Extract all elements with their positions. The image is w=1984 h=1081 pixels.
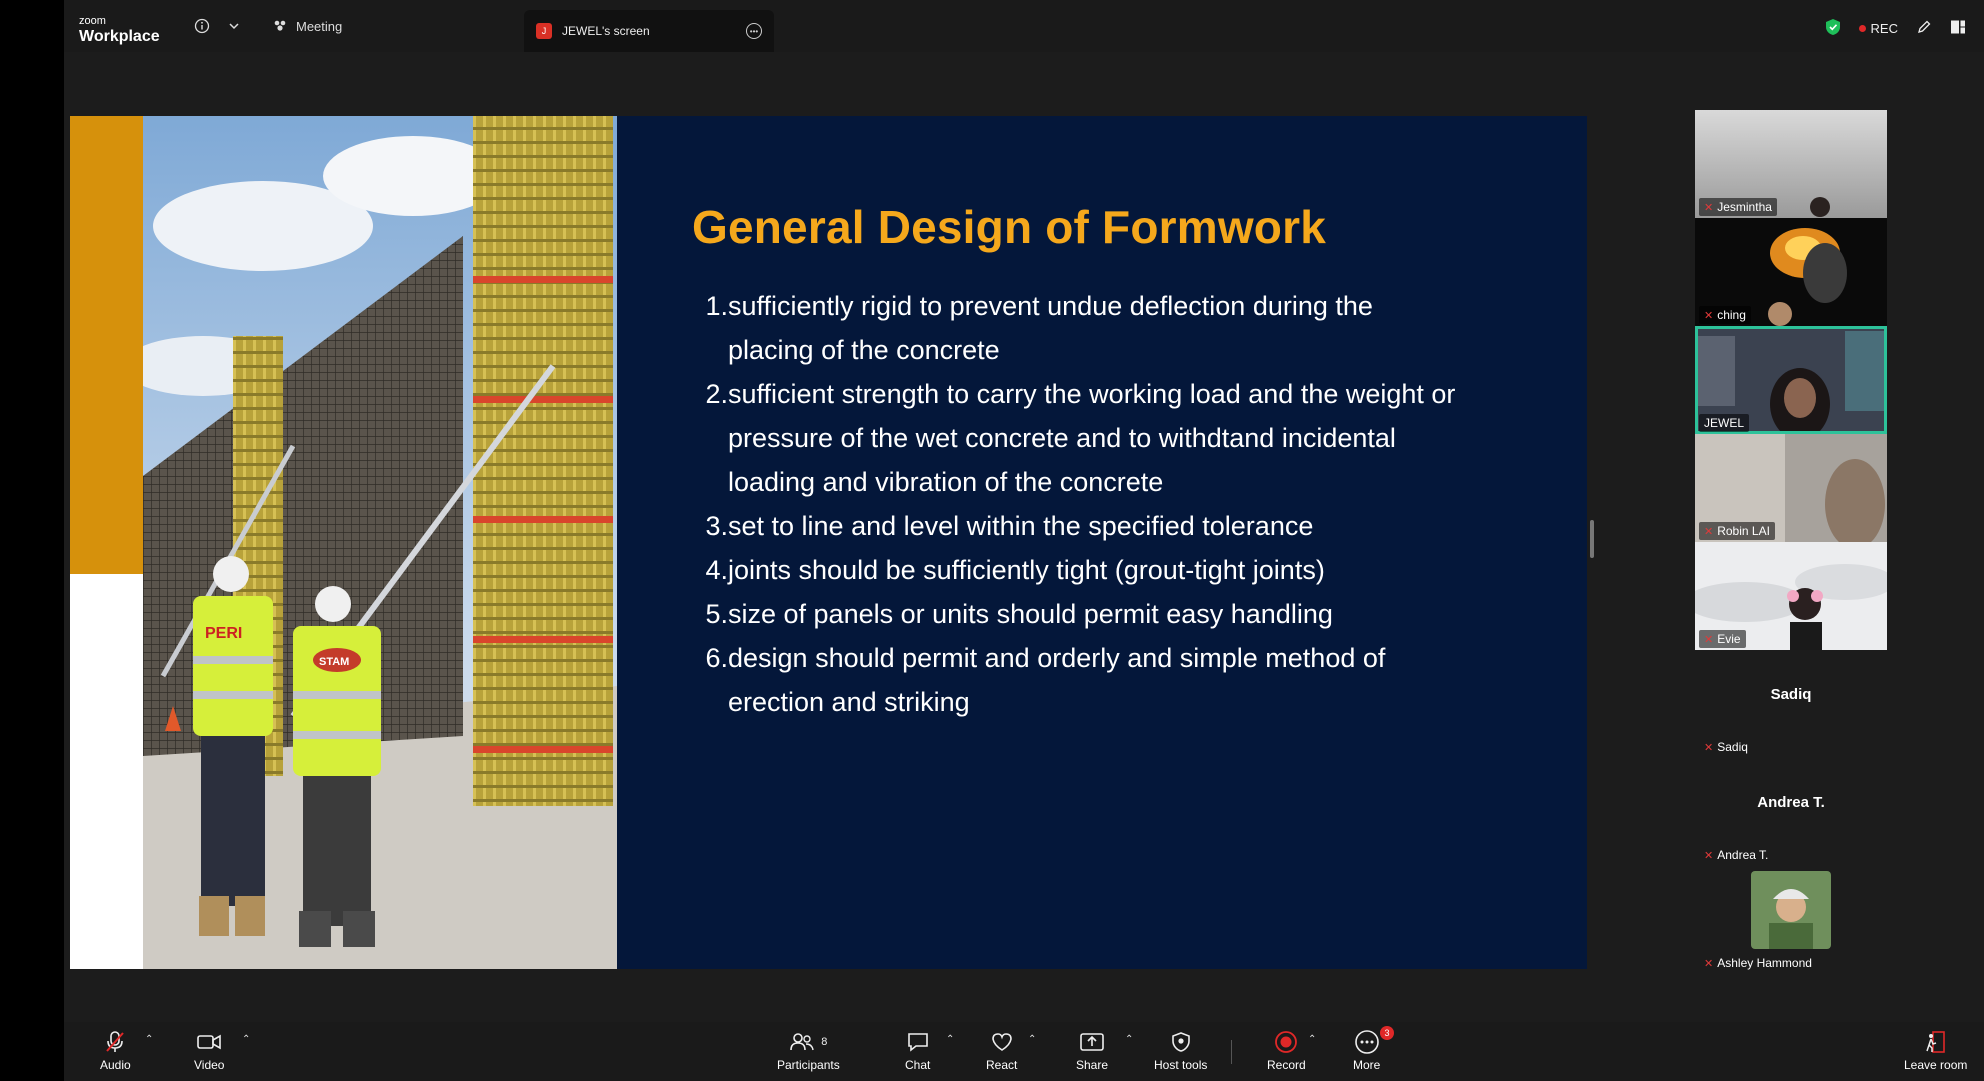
chat-icon	[906, 1030, 930, 1054]
mic-muted-icon: ✕	[1704, 957, 1714, 970]
brand-large: Workplace	[79, 28, 160, 45]
more-badge: 3	[1380, 1026, 1394, 1040]
tile-name-label: ✕ Sadiq	[1704, 740, 1748, 754]
screen-share-tab[interactable]: J JEWEL's screen •••	[524, 10, 774, 52]
recording-indicator[interactable]: REC	[1858, 21, 1898, 36]
tile-display-name: Sadiq	[1770, 686, 1812, 703]
toolbar-separator	[1231, 1040, 1232, 1064]
slide-accent-bar	[70, 116, 143, 574]
participant-gallery: ✕ Jesmintha ✕ ching JEWEL ✕ Robin LAI ✕ Evie…	[1695, 110, 1887, 974]
react-icon	[990, 1030, 1014, 1054]
mic-muted-icon: ✕	[1704, 525, 1714, 538]
video-tile-jewel[interactable]: JEWEL	[1695, 326, 1887, 434]
participants-count: 8	[821, 1036, 828, 1048]
chevron-down-icon[interactable]	[228, 19, 240, 35]
rec-dot	[1858, 25, 1866, 32]
share-icon	[1079, 1030, 1105, 1054]
mic-muted-icon: ✕	[1704, 309, 1714, 322]
panel-resize-handle[interactable]	[1590, 520, 1594, 558]
meeting-tab[interactable]: Meeting	[272, 18, 342, 34]
host-tools-button[interactable]: Host tools	[1154, 1030, 1207, 1072]
video-options-caret[interactable]: ⌃	[242, 1034, 250, 1045]
mic-muted-icon: ✕	[1704, 633, 1714, 646]
host-tools-icon	[1170, 1030, 1192, 1054]
more-options-icon[interactable]: •••	[746, 23, 762, 39]
video-button[interactable]: Video	[194, 1030, 224, 1072]
pen-icon[interactable]	[1916, 19, 1932, 38]
tile-display-name: Andrea T.	[1757, 794, 1825, 811]
audio-button[interactable]: Audio	[100, 1030, 131, 1072]
zoom-brand-logo: zoom Workplace	[79, 16, 160, 45]
participants-button[interactable]: 8 Participants	[777, 1030, 840, 1072]
leave-icon	[1924, 1030, 1948, 1054]
video-tile-robin-lai[interactable]: ✕ Robin LAI	[1695, 434, 1887, 542]
vest-left-text: PERI	[205, 625, 242, 642]
video-tile-jesmintha[interactable]: ✕ Jesmintha	[1695, 110, 1887, 218]
meeting-toolbar: Audio ⌃ Video ⌃ 8 Participants Chat ⌃ Re…	[64, 1022, 1984, 1081]
mic-muted-icon: ✕	[1704, 849, 1714, 862]
top-right-controls: REC	[1825, 18, 1966, 39]
chat-options-caret[interactable]: ⌃	[946, 1034, 954, 1045]
video-tile-ching[interactable]: ✕ ching	[1695, 218, 1887, 326]
left-edge-strip	[0, 0, 64, 1081]
slide-list-item: 2. sufficient strength to carry the worki…	[705, 379, 1456, 497]
formwork-photo: PERI STAM	[143, 116, 617, 969]
top-bar: zoom Workplace Meeting J JEWEL's screen …	[64, 0, 1984, 52]
slide-list-item: 6. design should permit and orderly and s…	[705, 643, 1386, 717]
video-tile-evie[interactable]: ✕ Evie	[1695, 542, 1887, 650]
video-camera-icon	[196, 1030, 222, 1054]
audio-options-caret[interactable]: ⌃	[145, 1034, 153, 1045]
avatar	[1751, 871, 1831, 949]
tile-name-label: ✕ Evie	[1699, 630, 1746, 648]
record-options-caret[interactable]: ⌃	[1308, 1034, 1316, 1045]
shared-slide: PERI STAM General Design of Formwork 1. s…	[70, 116, 1587, 969]
mic-muted-icon: ✕	[1704, 201, 1714, 214]
leave-room-button[interactable]: Leave room	[1904, 1030, 1967, 1072]
avatar-tile-ashley-hammond[interactable]: ✕ Ashley Hammond	[1695, 866, 1887, 974]
mic-muted-icon: ✕	[1704, 741, 1714, 754]
tile-name-label: ✕ Jesmintha	[1699, 198, 1777, 216]
rec-label: REC	[1870, 21, 1898, 36]
screen-tab-label: JEWEL's screen	[562, 24, 650, 38]
share-options-caret[interactable]: ⌃	[1125, 1034, 1133, 1045]
meeting-icon	[274, 20, 286, 31]
slide-list-item: 4. joints should be sufficiently tight (g…	[705, 555, 1325, 585]
tile-name-label: JEWEL	[1699, 414, 1750, 432]
react-options-caret[interactable]: ⌃	[1028, 1034, 1036, 1045]
slide-white-block	[70, 574, 143, 969]
chat-button[interactable]: Chat	[905, 1030, 930, 1072]
more-button[interactable]: More	[1353, 1030, 1380, 1072]
slide-list-item: 5. size of panels or units should permit …	[705, 599, 1333, 629]
screen-tab-initial: J	[536, 23, 552, 39]
name-tile-sadiq[interactable]: Sadiq ✕ Sadiq	[1695, 650, 1887, 758]
tile-name-label: ✕ Andrea T.	[1704, 848, 1769, 862]
meeting-tab-label: Meeting	[296, 18, 343, 34]
share-button[interactable]: Share	[1076, 1030, 1108, 1072]
react-button[interactable]: React	[986, 1030, 1017, 1072]
info-icon[interactable]	[194, 18, 210, 37]
name-tile-andrea[interactable]: Andrea T. ✕ Andrea T.	[1695, 758, 1887, 866]
slide-title: General Design of Formwork	[692, 201, 1326, 253]
record-icon	[1274, 1030, 1298, 1054]
slide-list-item: 3. set to line and level within the speci…	[705, 511, 1314, 541]
participants-icon: 8	[789, 1030, 827, 1054]
layout-icon[interactable]	[1950, 19, 1966, 38]
record-button[interactable]: Record	[1267, 1030, 1306, 1072]
brand-small: zoom	[79, 15, 106, 27]
slide-list-item: 1. sufficiently rigid to prevent undue de…	[705, 291, 1373, 365]
shield-icon[interactable]	[1825, 18, 1841, 39]
slide-bullet-list: 1. sufficiently rigid to prevent undue de…	[700, 284, 1460, 724]
tile-name-label: ✕ Robin LAI	[1699, 522, 1775, 540]
more-icon	[1354, 1030, 1380, 1054]
vest-right-text: STAM	[319, 656, 349, 668]
mic-muted-icon	[104, 1030, 126, 1054]
tile-name-label: ✕ ching	[1699, 306, 1751, 324]
tile-name-label: ✕ Ashley Hammond	[1704, 956, 1812, 970]
